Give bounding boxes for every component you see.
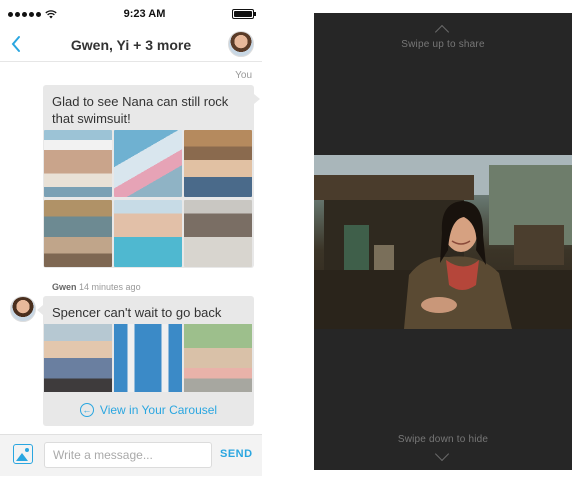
- photo-thumbnail-pool[interactable]: [114, 200, 182, 267]
- message-time: 14 minutes ago: [79, 282, 141, 292]
- photo-thumbnail-walking[interactable]: [184, 324, 252, 392]
- wifi-icon: [45, 9, 57, 18]
- photo-viewer-screen: Swipe up to share Swipe down to hide: [314, 13, 572, 470]
- message-input[interactable]: [44, 442, 212, 468]
- you-label: You: [235, 70, 252, 81]
- message-bubble-incoming[interactable]: Spencer can't wait to go back ← View in …: [43, 296, 254, 426]
- photo-woman-smiling: [314, 155, 572, 329]
- photo-picker-button[interactable]: [13, 444, 33, 464]
- photo-thumbnail-carry-on-sign[interactable]: [184, 200, 252, 267]
- photo-grid: [44, 130, 253, 267]
- nav-bar: Gwen, Yi + 3 more: [0, 28, 262, 62]
- signal-dots-icon: [8, 11, 41, 17]
- status-bar: 9:23 AM: [0, 0, 262, 28]
- back-button[interactable]: [10, 34, 30, 56]
- photo-thumbnail-shark-jaws[interactable]: [44, 130, 112, 197]
- sender-timestamp: Gwen 14 minutes ago: [52, 282, 141, 292]
- conversation-screen: 9:23 AM Gwen, Yi + 3 more You Glad to se…: [0, 0, 262, 480]
- status-time: 9:23 AM: [123, 8, 166, 20]
- swipe-up-hint: Swipe up to share: [401, 39, 485, 50]
- photo-thumbnail-water-slide[interactable]: [114, 130, 182, 197]
- group-avatar[interactable]: [228, 31, 254, 57]
- sender-avatar[interactable]: [10, 296, 36, 322]
- conversation-title: Gwen, Yi + 3 more: [70, 36, 192, 53]
- viewer-photo[interactable]: [314, 155, 572, 329]
- chevron-up-icon: [434, 24, 450, 40]
- photo-thumbnail-group-under-palapa[interactable]: [44, 200, 112, 267]
- photo-grid: [44, 324, 253, 392]
- battery-icon: [232, 9, 256, 19]
- message-input-bar: SEND: [0, 434, 262, 476]
- sender-name: Gwen: [52, 282, 77, 292]
- message-text: Glad to see Nana can still rock that swi…: [52, 94, 229, 126]
- photo-thumbnail-beach-chair[interactable]: [114, 324, 182, 392]
- view-in-carousel-link[interactable]: ← View in Your Carousel: [43, 400, 254, 420]
- send-button[interactable]: SEND: [220, 448, 253, 460]
- photo-thumbnail-couple[interactable]: [184, 130, 252, 197]
- signal-indicator: [8, 9, 57, 19]
- message-bubble-outgoing[interactable]: Glad to see Nana can still rock that swi…: [43, 85, 254, 268]
- carousel-link-label: View in Your Carousel: [99, 403, 218, 417]
- photo-thumbnail-toddler[interactable]: [44, 324, 112, 392]
- chevron-left-icon: [11, 36, 20, 52]
- message-text: Spencer can't wait to go back: [52, 305, 222, 320]
- bubble-tail: [254, 94, 260, 104]
- chevron-down-icon: [434, 446, 450, 462]
- swipe-down-hint: Swipe down to hide: [397, 434, 489, 445]
- arrow-left-circle-icon: ←: [79, 403, 94, 417]
